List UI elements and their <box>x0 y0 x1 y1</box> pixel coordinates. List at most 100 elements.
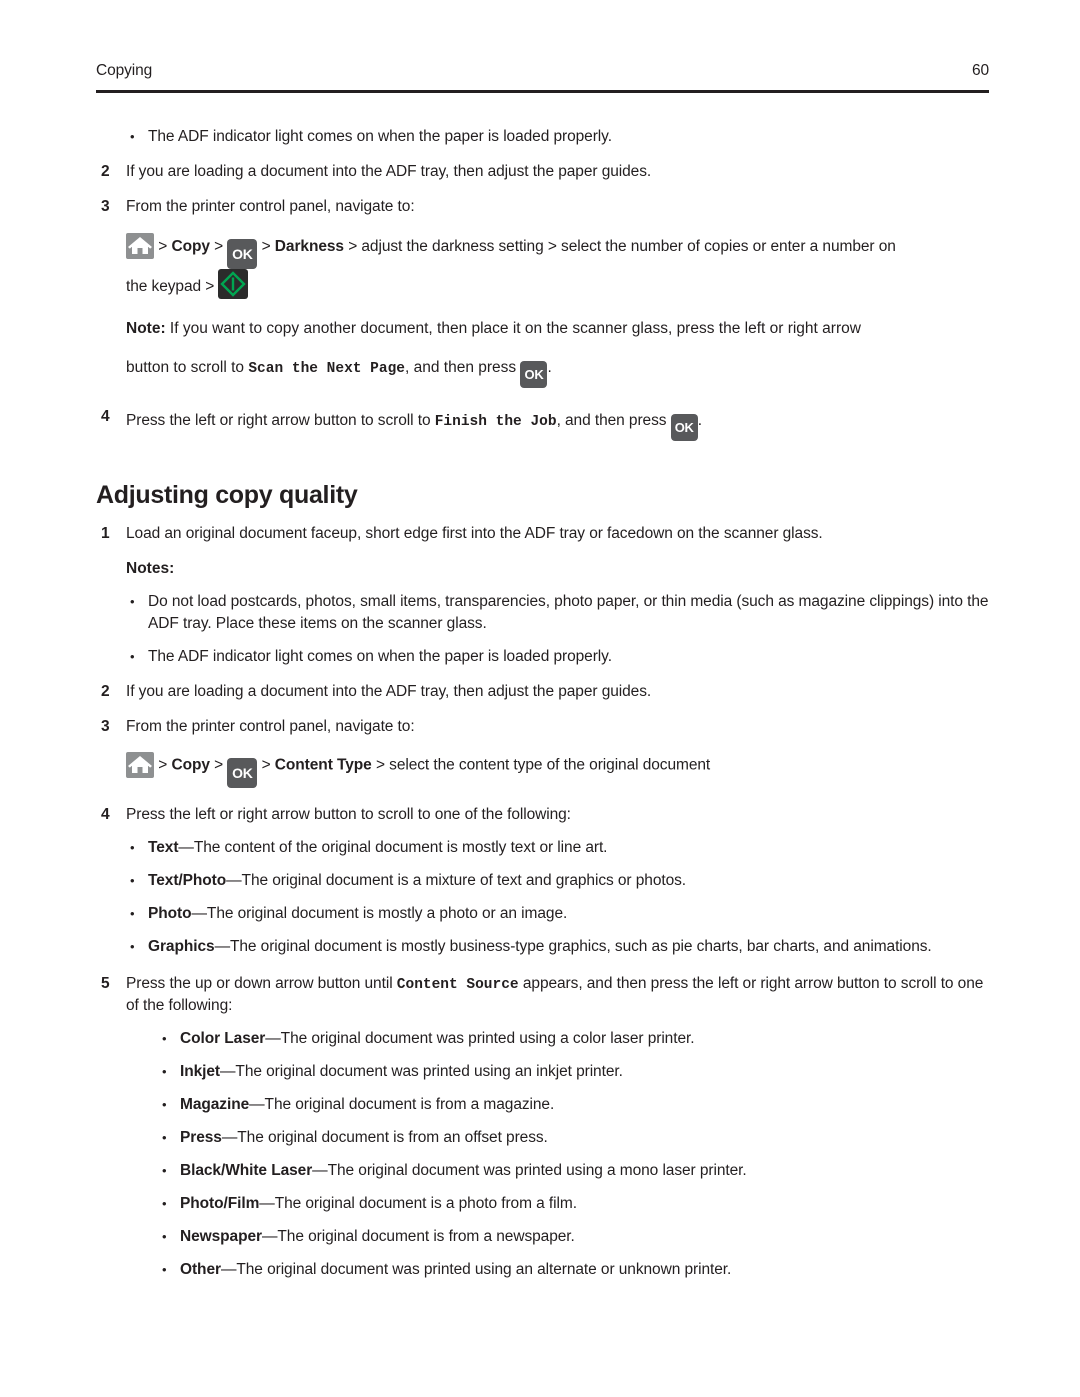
nav-separator: > <box>158 238 168 256</box>
start-button-icon[interactable] <box>218 269 249 299</box>
option-desc: —The original document is a photo from a… <box>259 1195 577 1213</box>
list-item: Photo/Film—The original document is a ph… <box>96 1193 996 1215</box>
bullet-text: Photo—The original document is mostly a … <box>148 903 996 925</box>
list-item: Press—The original document is from an o… <box>96 1127 996 1149</box>
list-item: The ADF indicator light comes on when th… <box>96 646 996 668</box>
nav-item-copy[interactable]: Copy <box>171 238 210 255</box>
list-item: Black/White Laser—The original document … <box>96 1160 996 1182</box>
step-text-part3: . <box>697 411 702 429</box>
list-item: Inkjet—The original document was printed… <box>96 1061 996 1083</box>
bullet-dot-icon <box>130 646 148 668</box>
bullet-dot-icon <box>130 126 148 148</box>
nav-separator: > <box>261 756 271 774</box>
bullet-text: Text—The content of the original documen… <box>148 837 996 859</box>
option-desc: —The original document is a mixture of t… <box>226 871 687 889</box>
home-icon[interactable] <box>126 233 154 259</box>
nav-item-copy[interactable]: Copy <box>171 756 210 773</box>
option-desc: —The original document is from a newspap… <box>261 1228 575 1246</box>
step-text: If you are loading a document into the A… <box>126 682 652 700</box>
bullet-text: Press—The original document is from an o… <box>180 1127 996 1149</box>
note-text-continued: button to scroll to <box>126 358 245 376</box>
option-term: Other <box>180 1261 221 1279</box>
step-text: From the printer control panel, navigate… <box>126 717 415 735</box>
option-term: Graphics <box>148 937 215 955</box>
nav-item-content-type[interactable]: Content Type <box>275 756 372 773</box>
display-message-finish-the-job: Finish the Job <box>434 413 557 430</box>
page-title: Adjusting copy quality <box>96 480 358 509</box>
option-desc: —The original document was printed using… <box>312 1162 747 1180</box>
ok-button-icon[interactable]: OK <box>520 360 548 388</box>
bullet-dot-icon <box>130 837 148 859</box>
list-item: Other—The original document was printed … <box>96 1259 996 1281</box>
note-text-3: , and then press <box>405 358 517 376</box>
bullet-dot-icon <box>130 903 148 925</box>
header-section-title: Copying <box>96 62 153 79</box>
note-block: Note: If you want to copy another docume… <box>96 318 996 340</box>
document-page: Copying 60 The ADF indicator light comes… <box>0 0 1080 1397</box>
display-message-scan-next-page: Scan the Next Page <box>248 360 405 377</box>
step-item: 5 Press the up or down arrow button unti… <box>96 973 996 1018</box>
list-item: Graphics—The original document is mostly… <box>96 936 996 958</box>
option-term: Press <box>180 1129 222 1147</box>
step-number: 3 <box>101 198 110 215</box>
list-item: Newspaper—The original document is from … <box>96 1226 996 1248</box>
option-desc: —The original document is from a magazin… <box>249 1096 555 1114</box>
nav-separator: > <box>158 756 168 774</box>
nav-tail-text: > select the content type of the origina… <box>375 756 711 774</box>
option-desc: —The original document was printed using… <box>265 1030 695 1048</box>
note-period: . <box>547 358 552 376</box>
step-item: 1 Load an original document faceup, shor… <box>96 523 996 545</box>
bullet-text: Graphics—The original document is mostly… <box>148 936 996 958</box>
list-item: Color Laser—The original document was pr… <box>96 1028 996 1050</box>
home-icon[interactable] <box>126 751 154 778</box>
bullet-text: Magazine—The original document is from a… <box>180 1094 996 1116</box>
ok-button-icon[interactable]: OK <box>227 757 258 788</box>
option-term: Color Laser <box>180 1030 266 1048</box>
option-term: Photo/Film <box>180 1195 260 1213</box>
bullet-text: Text/Photo—The original document is a mi… <box>148 870 996 892</box>
option-term: Inkjet <box>180 1063 221 1081</box>
list-item: Magazine—The original document is from a… <box>96 1094 996 1116</box>
option-term: Newspaper <box>180 1228 262 1246</box>
nav-separator: > <box>214 756 224 774</box>
step-text: Press the left or right arrow button to … <box>126 805 571 823</box>
nav-separator: > <box>261 238 271 256</box>
page-number: 60 <box>971 62 989 79</box>
option-term: Photo <box>148 904 192 922</box>
page-header: Copying 60 <box>96 62 989 80</box>
option-desc: —The original document was printed using… <box>220 1063 623 1081</box>
bullet-dot-icon <box>130 870 148 892</box>
option-term: Magazine <box>180 1096 250 1114</box>
bullet-text: Black/White Laser—The original document … <box>180 1160 996 1182</box>
step-item: 3 From the printer control panel, naviga… <box>96 196 996 218</box>
step-item: 2 If you are loading a document into the… <box>96 681 996 703</box>
bullet-dot-icon <box>162 1226 180 1248</box>
ok-button-icon[interactable]: OK <box>227 239 258 269</box>
nav-tail-text: > adjust the darkness setting > select t… <box>348 238 896 256</box>
bullet-dot-icon <box>162 1259 180 1281</box>
bullet-dot-icon <box>130 936 148 958</box>
note-block-line2: button to scroll to Scan the Next Page, … <box>96 353 996 388</box>
list-item: The ADF indicator light comes on when th… <box>96 126 996 148</box>
option-desc: —The original document is mostly busines… <box>214 937 932 955</box>
step-text: If you are loading a document into the A… <box>126 163 652 180</box>
step-text: Press the left or right arrow button to … <box>126 406 996 441</box>
step-text-part1: Press the left or right arrow button to … <box>126 411 431 429</box>
bullet-dot-icon <box>162 1094 180 1116</box>
bullet-dot-icon <box>162 1160 180 1182</box>
option-desc: —The content of the original document is… <box>178 838 608 856</box>
note-label: Note: <box>126 319 166 337</box>
list-item: Photo—The original document is mostly a … <box>96 903 996 925</box>
nav-item-darkness[interactable]: Darkness <box>275 238 344 255</box>
ok-button-icon[interactable]: OK <box>670 413 698 441</box>
nav-separator: > <box>214 238 224 256</box>
bullet-text: Color Laser—The original document was pr… <box>180 1028 996 1050</box>
step-item: 4 Press the left or right arrow button t… <box>96 804 996 826</box>
step-text: Load an original document faceup, short … <box>126 524 823 542</box>
step-text: From the printer control panel, navigate… <box>126 198 415 215</box>
bullet-text: Newspaper—The original document is from … <box>180 1226 996 1248</box>
step-number: 1 <box>101 524 110 542</box>
step-text-part1: Press the up or down arrow button until <box>126 974 393 992</box>
step-item: 2 If you are loading a document into the… <box>96 161 996 183</box>
bullet-text: Other—The original document was printed … <box>180 1259 996 1281</box>
